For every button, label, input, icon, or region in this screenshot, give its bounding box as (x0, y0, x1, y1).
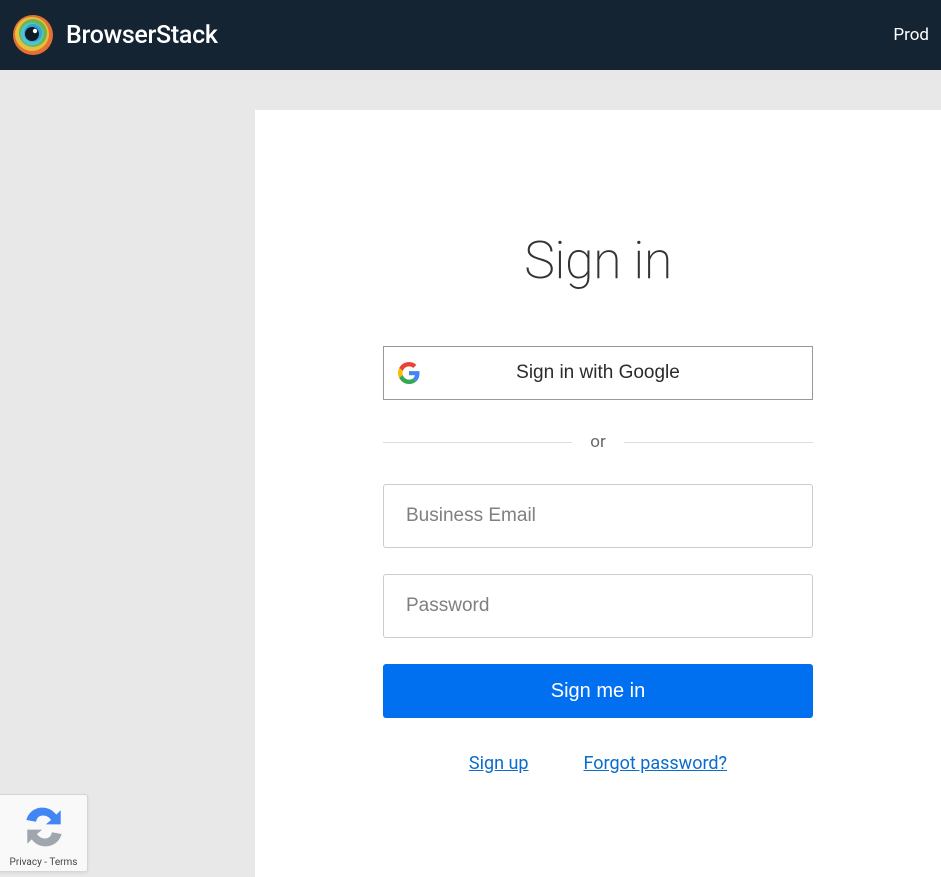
page-title: Sign in (383, 230, 813, 291)
signin-card: Sign in Sign in with Google or Sign me i… (255, 110, 941, 877)
links-row: Sign up Forgot password? (383, 753, 813, 774)
recaptcha-footnote: Privacy - Terms (10, 857, 78, 868)
browserstack-logo-icon (12, 14, 54, 56)
divider-line-right (624, 442, 813, 443)
nav-products-link[interactable]: Prod (893, 25, 929, 45)
divider: or (383, 432, 813, 452)
google-signin-label: Sign in with Google (516, 362, 680, 384)
forgot-password-link[interactable]: Forgot password? (584, 753, 728, 774)
recaptcha-icon (22, 805, 66, 853)
divider-text: or (572, 432, 623, 452)
recaptcha-badge[interactable]: Privacy - Terms (0, 794, 88, 872)
divider-line-left (383, 442, 572, 443)
signup-link[interactable]: Sign up (469, 753, 529, 774)
google-icon (398, 362, 420, 384)
email-field[interactable] (383, 484, 813, 548)
brand-logo-container[interactable]: BrowserStack (12, 14, 218, 56)
google-signin-button[interactable]: Sign in with Google (383, 346, 813, 400)
password-field[interactable] (383, 574, 813, 638)
signin-submit-button[interactable]: Sign me in (383, 664, 813, 718)
top-header: BrowserStack Prod (0, 0, 941, 70)
brand-name: BrowserStack (66, 21, 218, 50)
